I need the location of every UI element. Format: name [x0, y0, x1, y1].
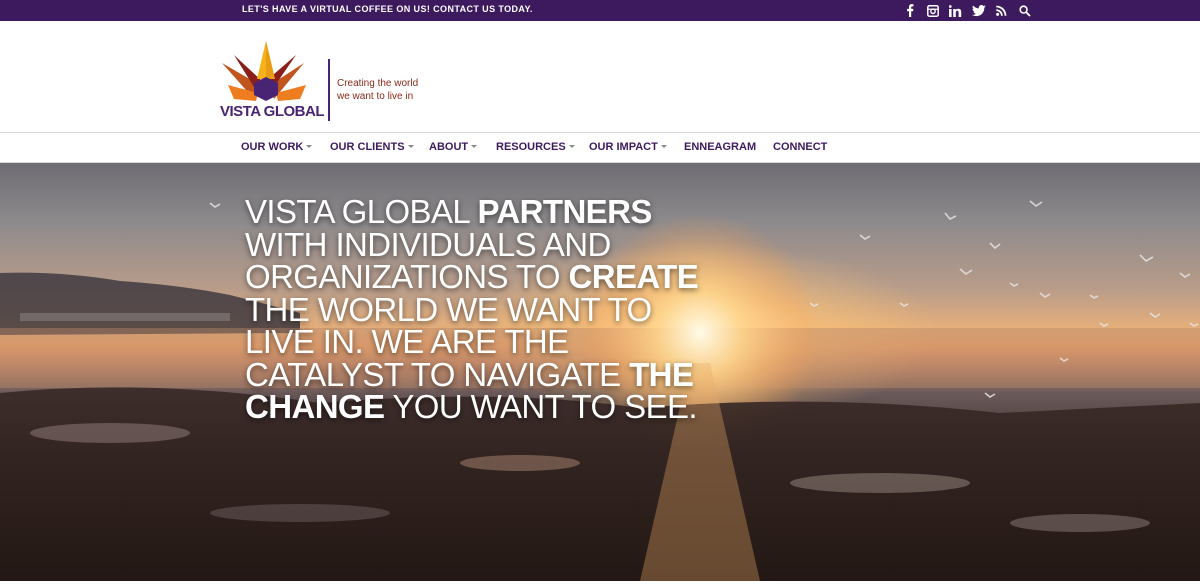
nav-label: CONNECT: [773, 141, 828, 153]
page-bottom-edge: [0, 581, 1200, 588]
hero-banner: VISTA GLOBAL PARTNERS WITH INDIVIDUALS A…: [0, 163, 1200, 581]
hero-text-segment: THE WORLD WE WANT TO LIVE IN. WE ARE THE…: [245, 290, 652, 393]
chevron-down-icon: [471, 144, 478, 148]
hero-text-bold-segment: CREATE: [568, 258, 699, 295]
chevron-down-icon: [407, 144, 414, 148]
tagline: Creating the world we want to live in: [337, 77, 418, 103]
nav-label: RESOURCES: [496, 141, 566, 153]
nav-item-resources[interactable]: RESOURCES: [496, 133, 575, 162]
hero-headline: VISTA GLOBAL PARTNERS WITH INDIVIDUALS A…: [245, 193, 715, 425]
nav-label: OUR WORK: [241, 141, 304, 153]
chevron-down-icon: [660, 144, 667, 148]
linkedin-icon[interactable]: [944, 2, 967, 19]
chevron-down-icon: [306, 144, 313, 148]
chevron-down-icon: [568, 144, 575, 148]
site-header: VISTA GLOBAL Creating the world we want …: [0, 21, 1200, 132]
nav-label: ABOUT: [429, 141, 469, 153]
nav-label: ENNEAGRAM: [684, 141, 757, 153]
twitter-icon[interactable]: [967, 2, 990, 19]
nav-item-our-impact[interactable]: OUR IMPACT: [589, 133, 667, 162]
hero-text-segment: YOU WANT TO SEE.: [384, 388, 697, 425]
nav-item-about[interactable]: ABOUT: [429, 133, 478, 162]
hero-text-bold-segment: PARTNERS: [477, 193, 652, 230]
facebook-icon[interactable]: [898, 2, 921, 19]
instagram-icon[interactable]: [921, 2, 944, 19]
tagline-line-2: we want to live in: [337, 91, 414, 102]
logo-wordmark: VISTA GLOBAL: [220, 103, 325, 120]
hero-text-segment: WITH INDIVIDUALS AND ORGANIZATIONS TO: [245, 225, 611, 295]
social-links: [898, 2, 1036, 19]
vista-global-logo[interactable]: VISTA GLOBAL: [220, 41, 325, 121]
logo-star-icon: [222, 41, 306, 101]
rss-icon[interactable]: [990, 2, 1013, 19]
tagline-line-1: Creating the world: [337, 78, 419, 89]
nav-item-connect[interactable]: CONNECT: [773, 133, 827, 162]
search-icon[interactable]: [1013, 2, 1036, 19]
top-announcement-bar: LET'S HAVE A VIRTUAL COFFEE ON US! CONTA…: [0, 0, 1200, 21]
hero-text-segment: VISTA GLOBAL: [245, 193, 478, 230]
main-navigation: OUR WORK OUR CLIENTS ABOUT RESOURCES OUR…: [0, 132, 1200, 163]
nav-item-our-work[interactable]: OUR WORK: [241, 133, 313, 162]
nav-label: OUR IMPACT: [589, 141, 658, 153]
nav-item-our-clients[interactable]: OUR CLIENTS: [330, 133, 414, 162]
logo-divider: [328, 59, 330, 121]
nav-label: OUR CLIENTS: [330, 141, 405, 153]
contact-announcement-link[interactable]: LET'S HAVE A VIRTUAL COFFEE ON US! CONTA…: [242, 4, 533, 14]
nav-item-enneagram[interactable]: ENNEAGRAM: [684, 133, 756, 162]
